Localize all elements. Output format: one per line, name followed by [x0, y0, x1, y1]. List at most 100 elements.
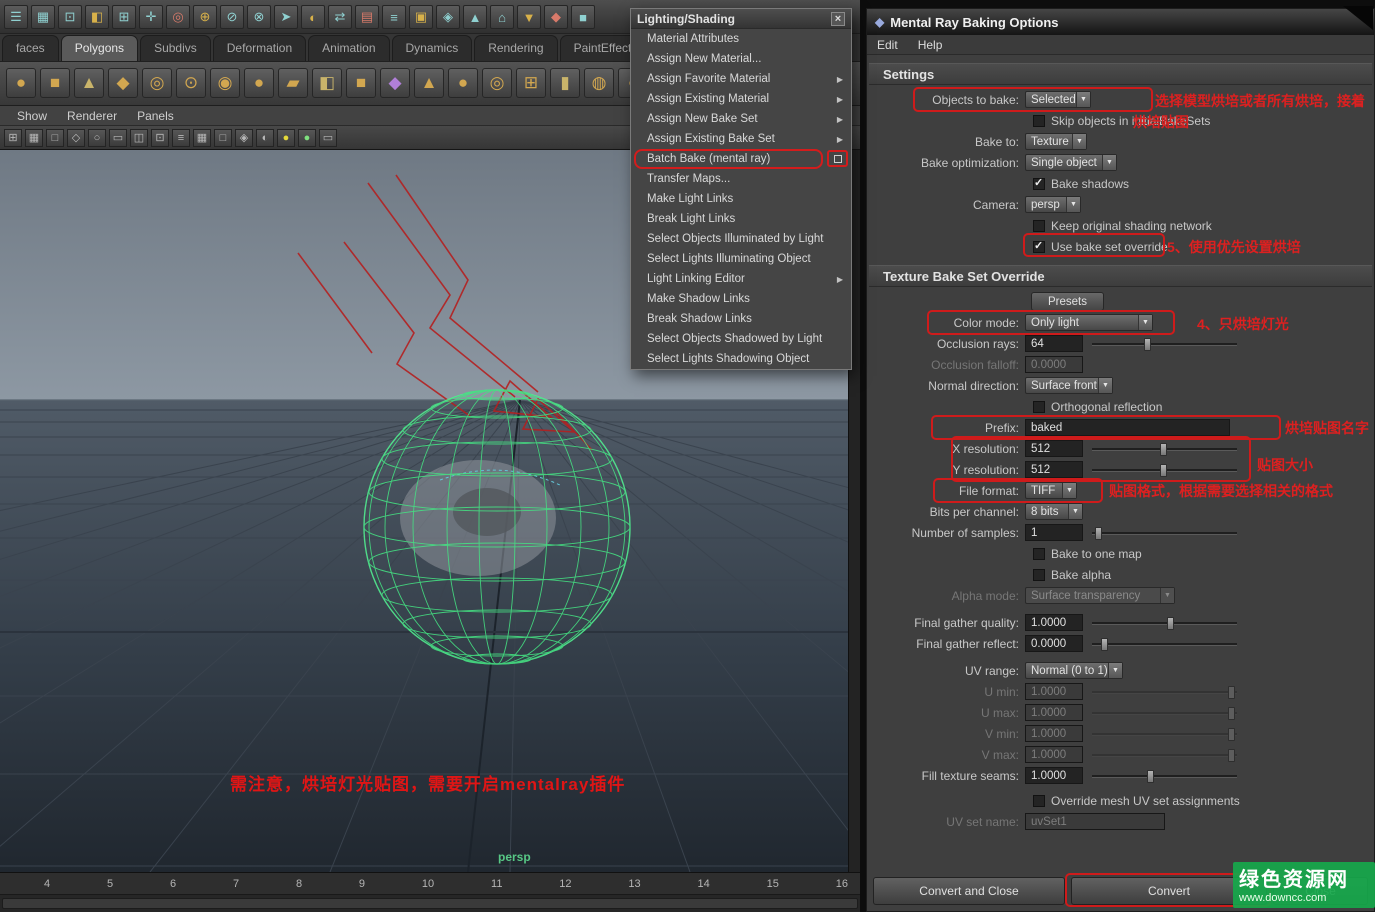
bake-to-dropdown[interactable]: Texture ▼: [1025, 133, 1087, 150]
viewport-toolbar-icon[interactable]: ▭: [109, 129, 127, 147]
statusline-icon[interactable]: ⊘: [220, 5, 244, 29]
statusline-icon[interactable]: ≡: [382, 5, 406, 29]
section-texture-bake-set-override[interactable]: Texture Bake Set Override: [869, 265, 1372, 287]
statusline-icon[interactable]: ▣: [409, 5, 433, 29]
shelf-primitive-icon[interactable]: ◉: [210, 68, 240, 98]
viewport-toolbar-icon[interactable]: ●: [277, 129, 295, 147]
final-gather-quality-slider[interactable]: [1092, 614, 1237, 632]
tab-surfaces[interactable]: faces: [2, 35, 59, 61]
tab-subdivs[interactable]: Subdivs: [140, 35, 211, 61]
statusline-icon[interactable]: ☰: [4, 5, 28, 29]
statusline-icon[interactable]: ■: [571, 5, 595, 29]
viewport-toolbar-icon[interactable]: ⊞: [4, 129, 22, 147]
viewport-toolbar-icon[interactable]: ◫: [130, 129, 148, 147]
color-mode-dropdown[interactable]: Only light ▼: [1025, 314, 1153, 331]
statusline-icon[interactable]: ⊞: [112, 5, 136, 29]
panel-menu-show[interactable]: Show: [8, 108, 56, 124]
number-of-samples-input[interactable]: 1: [1025, 524, 1083, 541]
menu-item-assign-existing-material[interactable]: Assign Existing Material▶: [631, 89, 851, 109]
menu-item-assign-new-material[interactable]: Assign New Material...: [631, 49, 851, 69]
orthogonal-reflection-checkbox[interactable]: [1033, 401, 1045, 413]
shelf-primitive-icon[interactable]: ▲: [74, 68, 104, 98]
shelf-primitive-icon[interactable]: ▰: [278, 68, 308, 98]
menu-item-assign-existing-bake-set[interactable]: Assign Existing Bake Set▶: [631, 129, 851, 149]
camera-dropdown[interactable]: persp ▼: [1025, 196, 1081, 213]
final-gather-quality-input[interactable]: 1.0000: [1025, 614, 1083, 631]
normal-direction-dropdown[interactable]: Surface front ▼: [1025, 377, 1113, 394]
viewport-toolbar-icon[interactable]: □: [214, 129, 232, 147]
uv-range-dropdown[interactable]: Normal (0 to 1) ▼: [1025, 662, 1123, 679]
menu-item-select-lights-shadowing[interactable]: Select Lights Shadowing Object: [631, 349, 851, 369]
fill-texture-seams-slider[interactable]: [1092, 767, 1237, 785]
dialog-titlebar[interactable]: ◆ Mental Ray Baking Options: [867, 9, 1374, 35]
statusline-icon[interactable]: ⊕: [193, 5, 217, 29]
statusline-icon[interactable]: ⇄: [328, 5, 352, 29]
tab-polygons[interactable]: Polygons: [61, 35, 138, 61]
bits-per-channel-dropdown[interactable]: 8 bits ▼: [1025, 503, 1083, 520]
viewport-toolbar-icon[interactable]: □: [46, 129, 64, 147]
statusline-icon[interactable]: ◆: [544, 5, 568, 29]
time-slider-ticks[interactable]: 45678910111213141516: [0, 873, 860, 895]
close-icon[interactable]: ×: [831, 12, 845, 26]
menu-item-assign-new-bake-set[interactable]: Assign New Bake Set▶: [631, 109, 851, 129]
tab-deformation[interactable]: Deformation: [213, 35, 306, 61]
bake-shadows-checkbox[interactable]: ✓: [1033, 178, 1045, 190]
statusline-icon[interactable]: ⌂: [490, 5, 514, 29]
shelf-primitive-icon[interactable]: ■: [346, 68, 376, 98]
shelf-primitive-icon[interactable]: ●: [448, 68, 478, 98]
keep-original-checkbox[interactable]: [1033, 220, 1045, 232]
menu-item-light-linking-editor[interactable]: Light Linking Editor▶: [631, 269, 851, 289]
shelf-primitive-icon[interactable]: ◆: [108, 68, 138, 98]
statusline-icon[interactable]: ⊗: [247, 5, 271, 29]
final-gather-reflect-slider[interactable]: [1092, 635, 1237, 653]
tab-rendering[interactable]: Rendering: [474, 35, 557, 61]
statusline-icon[interactable]: ➤: [274, 5, 298, 29]
skip-objects-checkbox[interactable]: [1033, 115, 1045, 127]
viewport-toolbar-icon[interactable]: ●: [298, 129, 316, 147]
menu-help[interactable]: Help: [908, 38, 953, 52]
bake-alpha-checkbox[interactable]: [1033, 569, 1045, 581]
statusline-icon[interactable]: ◧: [85, 5, 109, 29]
menu-item-make-light-links[interactable]: Make Light Links: [631, 189, 851, 209]
shelf-primitive-icon[interactable]: ●: [244, 68, 274, 98]
convert-and-close-button[interactable]: Convert and Close: [873, 877, 1065, 905]
shelf-primitive-icon[interactable]: ◎: [142, 68, 172, 98]
statusline-icon[interactable]: ⊡: [58, 5, 82, 29]
panel-menu-panels[interactable]: Panels: [128, 108, 183, 124]
panel-menu-renderer[interactable]: Renderer: [58, 108, 126, 124]
shelf-primitive-icon[interactable]: ◆: [380, 68, 410, 98]
menu-item-select-objects-illuminated[interactable]: Select Objects Illuminated by Light: [631, 229, 851, 249]
viewport-toolbar-icon[interactable]: ⊡: [151, 129, 169, 147]
statusline-icon[interactable]: ▦: [31, 5, 55, 29]
prefix-input[interactable]: baked: [1025, 419, 1230, 436]
override-mesh-uv-checkbox[interactable]: [1033, 795, 1045, 807]
shelf-primitive-icon[interactable]: ▮: [550, 68, 580, 98]
menu-item-select-objects-shadowed[interactable]: Select Objects Shadowed by Light: [631, 329, 851, 349]
use-bake-set-override-checkbox[interactable]: ✓: [1033, 241, 1045, 253]
shelf-primitive-icon[interactable]: ◎: [482, 68, 512, 98]
x-resolution-input[interactable]: 512: [1025, 440, 1083, 457]
shelf-primitive-icon[interactable]: ◧: [312, 68, 342, 98]
fill-texture-seams-input[interactable]: 1.0000: [1025, 767, 1083, 784]
viewport-toolbar-icon[interactable]: ▭: [319, 129, 337, 147]
menu-item-make-shadow-links[interactable]: Make Shadow Links: [631, 289, 851, 309]
menu-item-transfer-maps[interactable]: Transfer Maps...: [631, 169, 851, 189]
final-gather-reflect-input[interactable]: 0.0000: [1025, 635, 1083, 652]
tab-dynamics[interactable]: Dynamics: [392, 35, 473, 61]
presets-button[interactable]: Presets: [1031, 292, 1104, 311]
statusline-icon[interactable]: ▲: [463, 5, 487, 29]
menu-item-material-attributes[interactable]: Material Attributes: [631, 29, 851, 49]
viewport-toolbar-icon[interactable]: ◐: [256, 129, 274, 147]
statusline-icon[interactable]: ◎: [166, 5, 190, 29]
occlusion-rays-input[interactable]: 64: [1025, 335, 1083, 352]
shelf-primitive-icon[interactable]: ◍: [584, 68, 614, 98]
viewport-toolbar-icon[interactable]: ▦: [193, 129, 211, 147]
statusline-icon[interactable]: ▤: [355, 5, 379, 29]
menu-item-assign-favorite-material[interactable]: Assign Favorite Material▶: [631, 69, 851, 89]
viewport-toolbar-icon[interactable]: ◈: [235, 129, 253, 147]
menu-item-batch-bake-mental-ray[interactable]: Batch Bake (mental ray): [631, 149, 851, 169]
shelf-primitive-icon[interactable]: ■: [40, 68, 70, 98]
statusline-icon[interactable]: ▼: [517, 5, 541, 29]
statusline-icon[interactable]: ✛: [139, 5, 163, 29]
menu-edit[interactable]: Edit: [867, 38, 908, 52]
